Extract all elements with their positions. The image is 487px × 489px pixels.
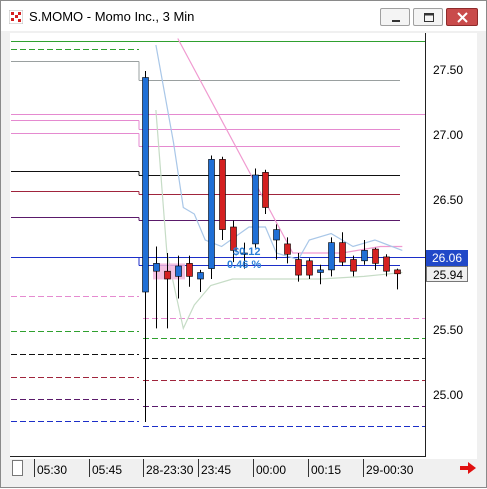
price-label: 27.00 <box>433 128 464 142</box>
price-chart[interactable]: $0.120.46 % <box>1 1 487 489</box>
change-value-label: $0.12 <box>233 246 261 258</box>
scroll-right-arrow-icon[interactable] <box>459 461 477 475</box>
candle-body <box>306 260 313 276</box>
bid-price-marker: 25.94 <box>426 266 468 282</box>
scroll-handle[interactable] <box>12 460 23 476</box>
time-tick <box>253 459 254 477</box>
time-tick <box>89 459 90 477</box>
candle-body <box>317 269 324 273</box>
time-label: 05:45 <box>92 463 123 477</box>
time-label: 23:45 <box>201 463 232 477</box>
price-label: 25.50 <box>433 323 464 337</box>
price-label: 26.50 <box>433 193 464 207</box>
time-label: 00:00 <box>256 463 287 477</box>
chart-window: S.MOMO - Momo Inc., 3 Min $0.12 0.46 % 27… <box>0 0 487 488</box>
candle-body <box>252 174 259 245</box>
candle-body <box>208 159 215 269</box>
time-label: 28-23:30 <box>146 463 194 477</box>
candle-body <box>361 250 368 262</box>
candle-body <box>219 159 226 230</box>
candle-body <box>262 172 269 208</box>
candle-body <box>273 229 280 241</box>
candle-body <box>142 77 149 293</box>
current-price-marker: 26.06 <box>426 250 468 266</box>
candle-body <box>394 269 401 275</box>
candle-body <box>186 263 193 277</box>
time-tick <box>308 459 309 477</box>
candle-body <box>284 243 291 255</box>
change-percent-label: 0.46 % <box>227 259 261 271</box>
time-label: 00:15 <box>311 463 342 477</box>
candle-body <box>164 270 171 280</box>
price-label: 27.50 <box>433 63 464 77</box>
time-tick <box>363 459 364 477</box>
candle-body <box>339 242 346 263</box>
candle-body <box>295 259 302 276</box>
time-label: 29-00:30 <box>366 463 414 477</box>
time-label: 05:30 <box>37 463 68 477</box>
candle-body <box>372 248 379 264</box>
candle-body <box>383 256 390 272</box>
candle-body <box>153 263 160 272</box>
time-tick <box>143 459 144 477</box>
time-tick <box>34 459 35 477</box>
price-label: 25.00 <box>433 388 464 402</box>
candle-body <box>197 272 204 280</box>
candle-body <box>175 265 182 277</box>
candle-body <box>328 242 335 271</box>
candle-body <box>350 259 357 272</box>
time-tick <box>198 459 199 477</box>
overlay-line <box>155 109 403 331</box>
